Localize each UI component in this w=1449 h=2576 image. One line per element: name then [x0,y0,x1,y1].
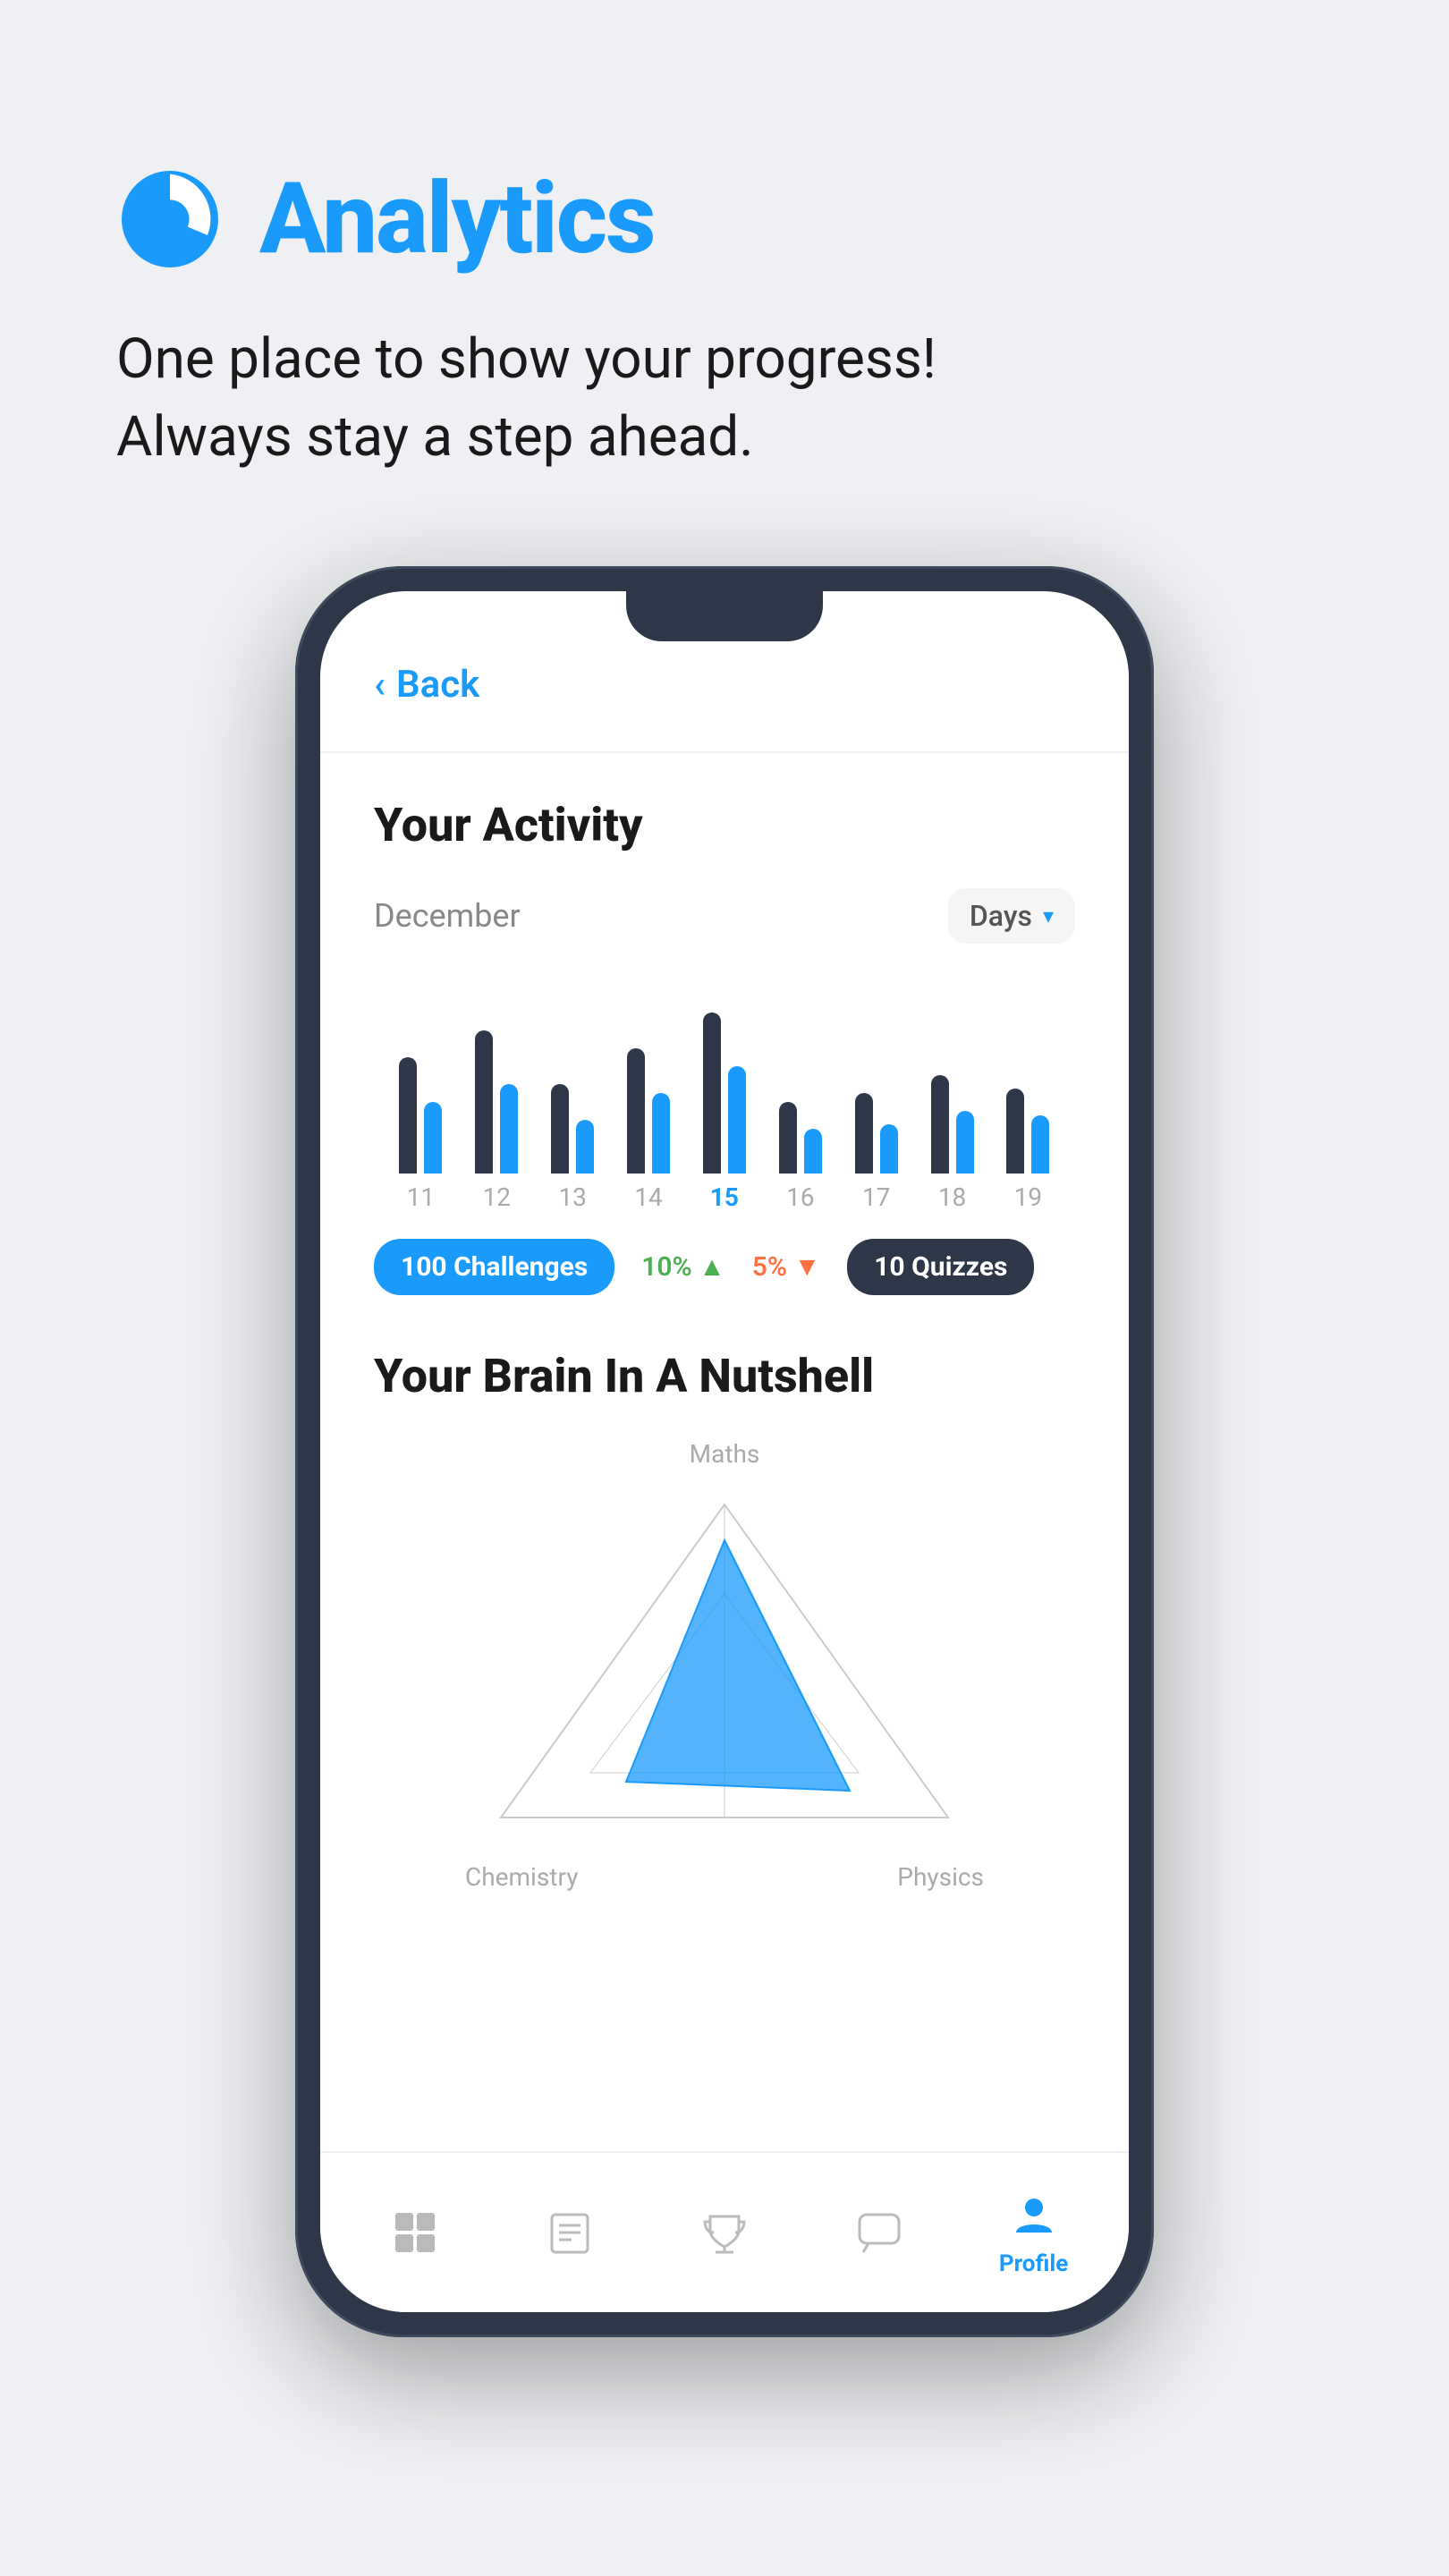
bar-dark-17 [855,1093,873,1174]
bar-group-13: 13 [551,977,594,1212]
bar-group-16: 16 [779,977,822,1212]
bar-dark-14 [627,1048,645,1174]
back-chevron-icon: ‹ [374,663,386,707]
learn-icon [543,2206,597,2259]
screen-content: ‹ Back Your Activity December Days ▾ [320,591,1129,2151]
radar-label-physics: Physics [897,1862,984,1892]
brain-title: Your Brain In A Nutshell [374,1349,1075,1403]
month-label: December [374,897,521,935]
quizzes-badge: 10 Quizzes [847,1239,1034,1295]
bar-blue-16 [804,1129,822,1174]
subtitle-text: One place to show your progress! Always … [116,321,936,477]
nav-item-trophy[interactable] [648,2206,802,2259]
radar-chart [465,1478,984,1853]
bar-dark-19 [1006,1089,1024,1174]
bar-chart: 11 12 [374,979,1075,1212]
bar-dark-18 [931,1075,949,1174]
bar-label-18: 18 [938,1182,966,1212]
bar-label-19: 19 [1014,1182,1042,1212]
activity-title: Your Activity [374,798,1075,852]
nav-item-chat[interactable] [801,2206,956,2259]
challenges-badge: 100 Challenges [374,1239,614,1295]
bar-label-17: 17 [862,1182,890,1212]
nav-label-profile: Profile [999,2250,1068,2277]
bar-blue-13 [576,1120,594,1174]
bar-blue-12 [500,1084,518,1174]
section-divider [320,751,1129,753]
activity-section: Your Activity December Days ▾ [374,798,1075,1295]
bar-group-17: 17 [855,977,898,1212]
header-section: Analytics [116,161,655,276]
trophy-icon [698,2206,751,2259]
bar-label-15: 15 [710,1182,739,1212]
nav-item-learn[interactable] [493,2206,648,2259]
bar-group-14: 14 [627,977,670,1212]
bar-dark-12 [475,1030,493,1174]
nav-item-home[interactable] [338,2206,493,2259]
bar-group-15: 15 [703,977,746,1212]
profile-icon [1007,2188,1061,2241]
bottom-nav: Profile [320,2151,1129,2312]
bar-label-14: 14 [634,1182,662,1212]
radar-label-chemistry: Chemistry [465,1862,578,1892]
bar-group-19: 19 [1006,977,1049,1212]
bar-blue-18 [956,1111,974,1174]
bar-blue-17 [880,1124,898,1174]
nav-item-profile[interactable]: Profile [956,2188,1111,2277]
bar-dark-15 [703,1013,721,1174]
page-container: Analytics One place to show your progres… [0,0,1449,2576]
bar-label-12: 12 [483,1182,511,1212]
bar-dark-13 [551,1084,569,1174]
radar-label-maths: Maths [690,1439,760,1469]
back-label: Back [396,663,479,707]
phone-wrapper: ‹ Back Your Activity December Days ▾ [116,566,1333,2337]
bar-dark-11 [399,1057,417,1174]
phone-outer: ‹ Back Your Activity December Days ▾ [295,566,1154,2337]
stat-red: 5% ▼ [752,1251,820,1283]
phone-notch [626,591,823,641]
page-title: Analytics [259,161,655,276]
bar-dark-16 [779,1102,797,1174]
bar-group-18: 18 [931,977,974,1212]
activity-header: December Days ▾ [374,888,1075,944]
days-label: Days [970,899,1032,933]
bar-blue-19 [1031,1115,1049,1174]
dropdown-arrow-icon: ▾ [1043,903,1054,928]
bar-group-12: 12 [475,977,518,1212]
bar-label-11: 11 [407,1182,435,1212]
stats-row: 100 Challenges 10% ▲ 5% ▼ 10 Quizzes [374,1239,1075,1295]
bar-blue-15 [728,1066,746,1174]
brain-section: Your Brain In A Nutshell Maths [374,1349,1075,1892]
phone-screen: ‹ Back Your Activity December Days ▾ [320,591,1129,2312]
stat-green: 10% ▲ [641,1251,725,1283]
radar-container: Maths [374,1439,1075,1892]
bar-label-16: 16 [786,1182,814,1212]
bar-group-11: 11 [399,977,442,1212]
bar-blue-14 [652,1093,670,1174]
bar-label-13: 13 [558,1182,586,1212]
home-icon [388,2206,442,2259]
back-button[interactable]: ‹ Back [374,663,1075,707]
chat-icon [852,2206,906,2259]
analytics-icon [116,165,224,273]
days-dropdown[interactable]: Days ▾ [948,888,1075,944]
bar-blue-11 [424,1102,442,1174]
radar-bottom-labels: Chemistry Physics [465,1862,984,1892]
